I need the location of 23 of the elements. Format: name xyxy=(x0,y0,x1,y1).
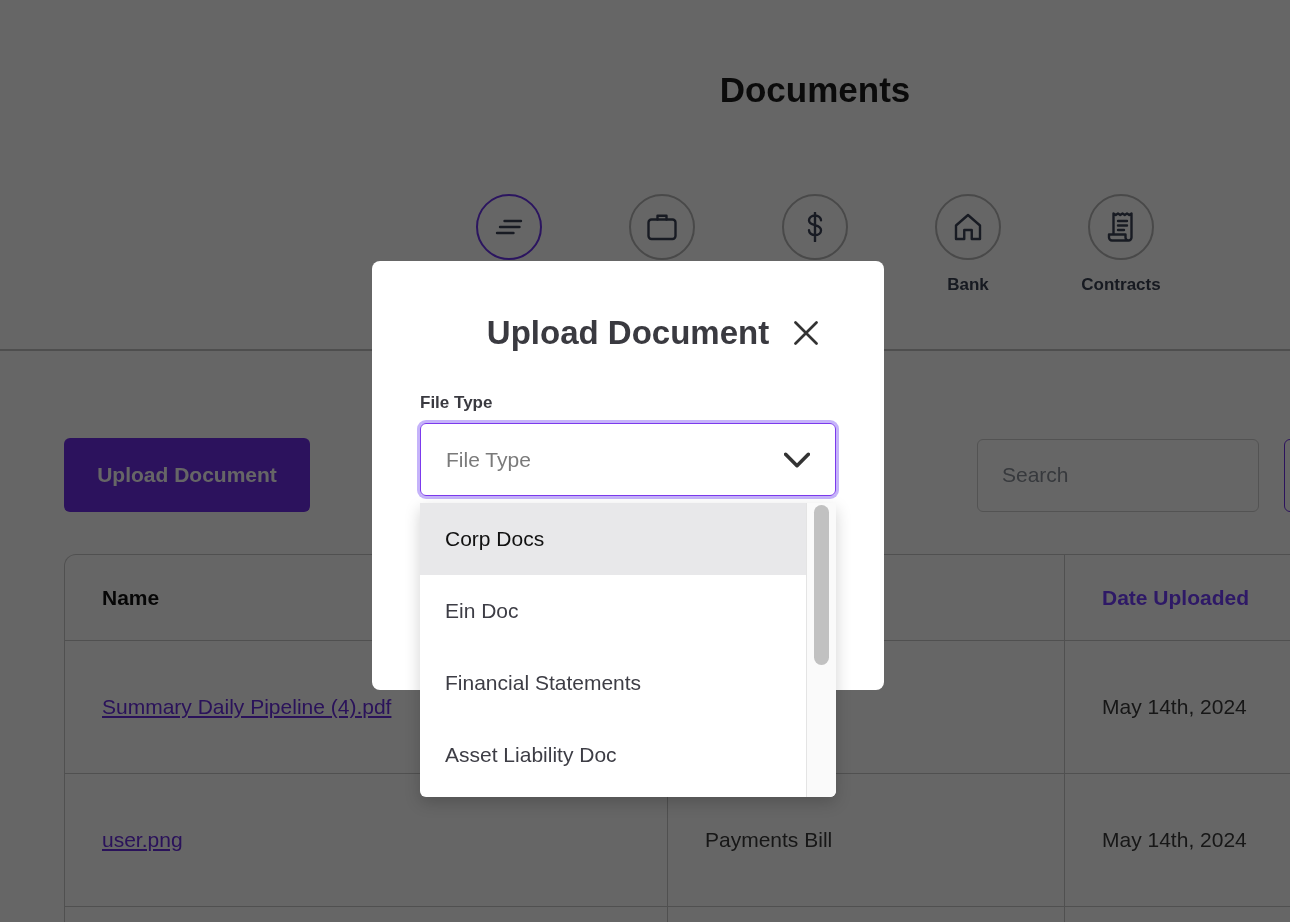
column-header[interactable]: Name xyxy=(102,585,160,610)
close-icon xyxy=(794,321,819,345)
file-type-select[interactable]: File Type xyxy=(420,423,836,496)
category-label: Bank xyxy=(947,275,989,295)
file-link[interactable]: user.png xyxy=(102,828,183,852)
file-link[interactable]: Summary Daily Pipeline (4).pdf xyxy=(102,695,392,719)
page-title: Documents xyxy=(719,70,911,110)
scrollbar[interactable] xyxy=(806,503,836,797)
dropdown-option[interactable]: Corp Docs xyxy=(420,503,806,575)
table-cell: May 14th, 2024 xyxy=(1065,641,1290,774)
upload-document-button[interactable]: Upload Document xyxy=(64,438,310,512)
category-label: Contracts xyxy=(1081,275,1161,295)
dropdown-option[interactable]: Financial Statements xyxy=(420,647,806,719)
column-header[interactable]: Date Uploaded xyxy=(1102,585,1250,610)
dropdown-option[interactable]: Ein Doc xyxy=(420,575,806,647)
briefcase-icon xyxy=(647,212,677,242)
receipt-icon xyxy=(1106,212,1136,242)
close-button[interactable] xyxy=(794,321,819,345)
field-label: File Type xyxy=(420,393,493,413)
scrollbar-thumb[interactable] xyxy=(814,505,829,665)
house-icon xyxy=(953,212,983,242)
modal-title: Upload Document xyxy=(486,313,770,353)
table-cell: May 14th, 2024 xyxy=(1065,774,1290,907)
